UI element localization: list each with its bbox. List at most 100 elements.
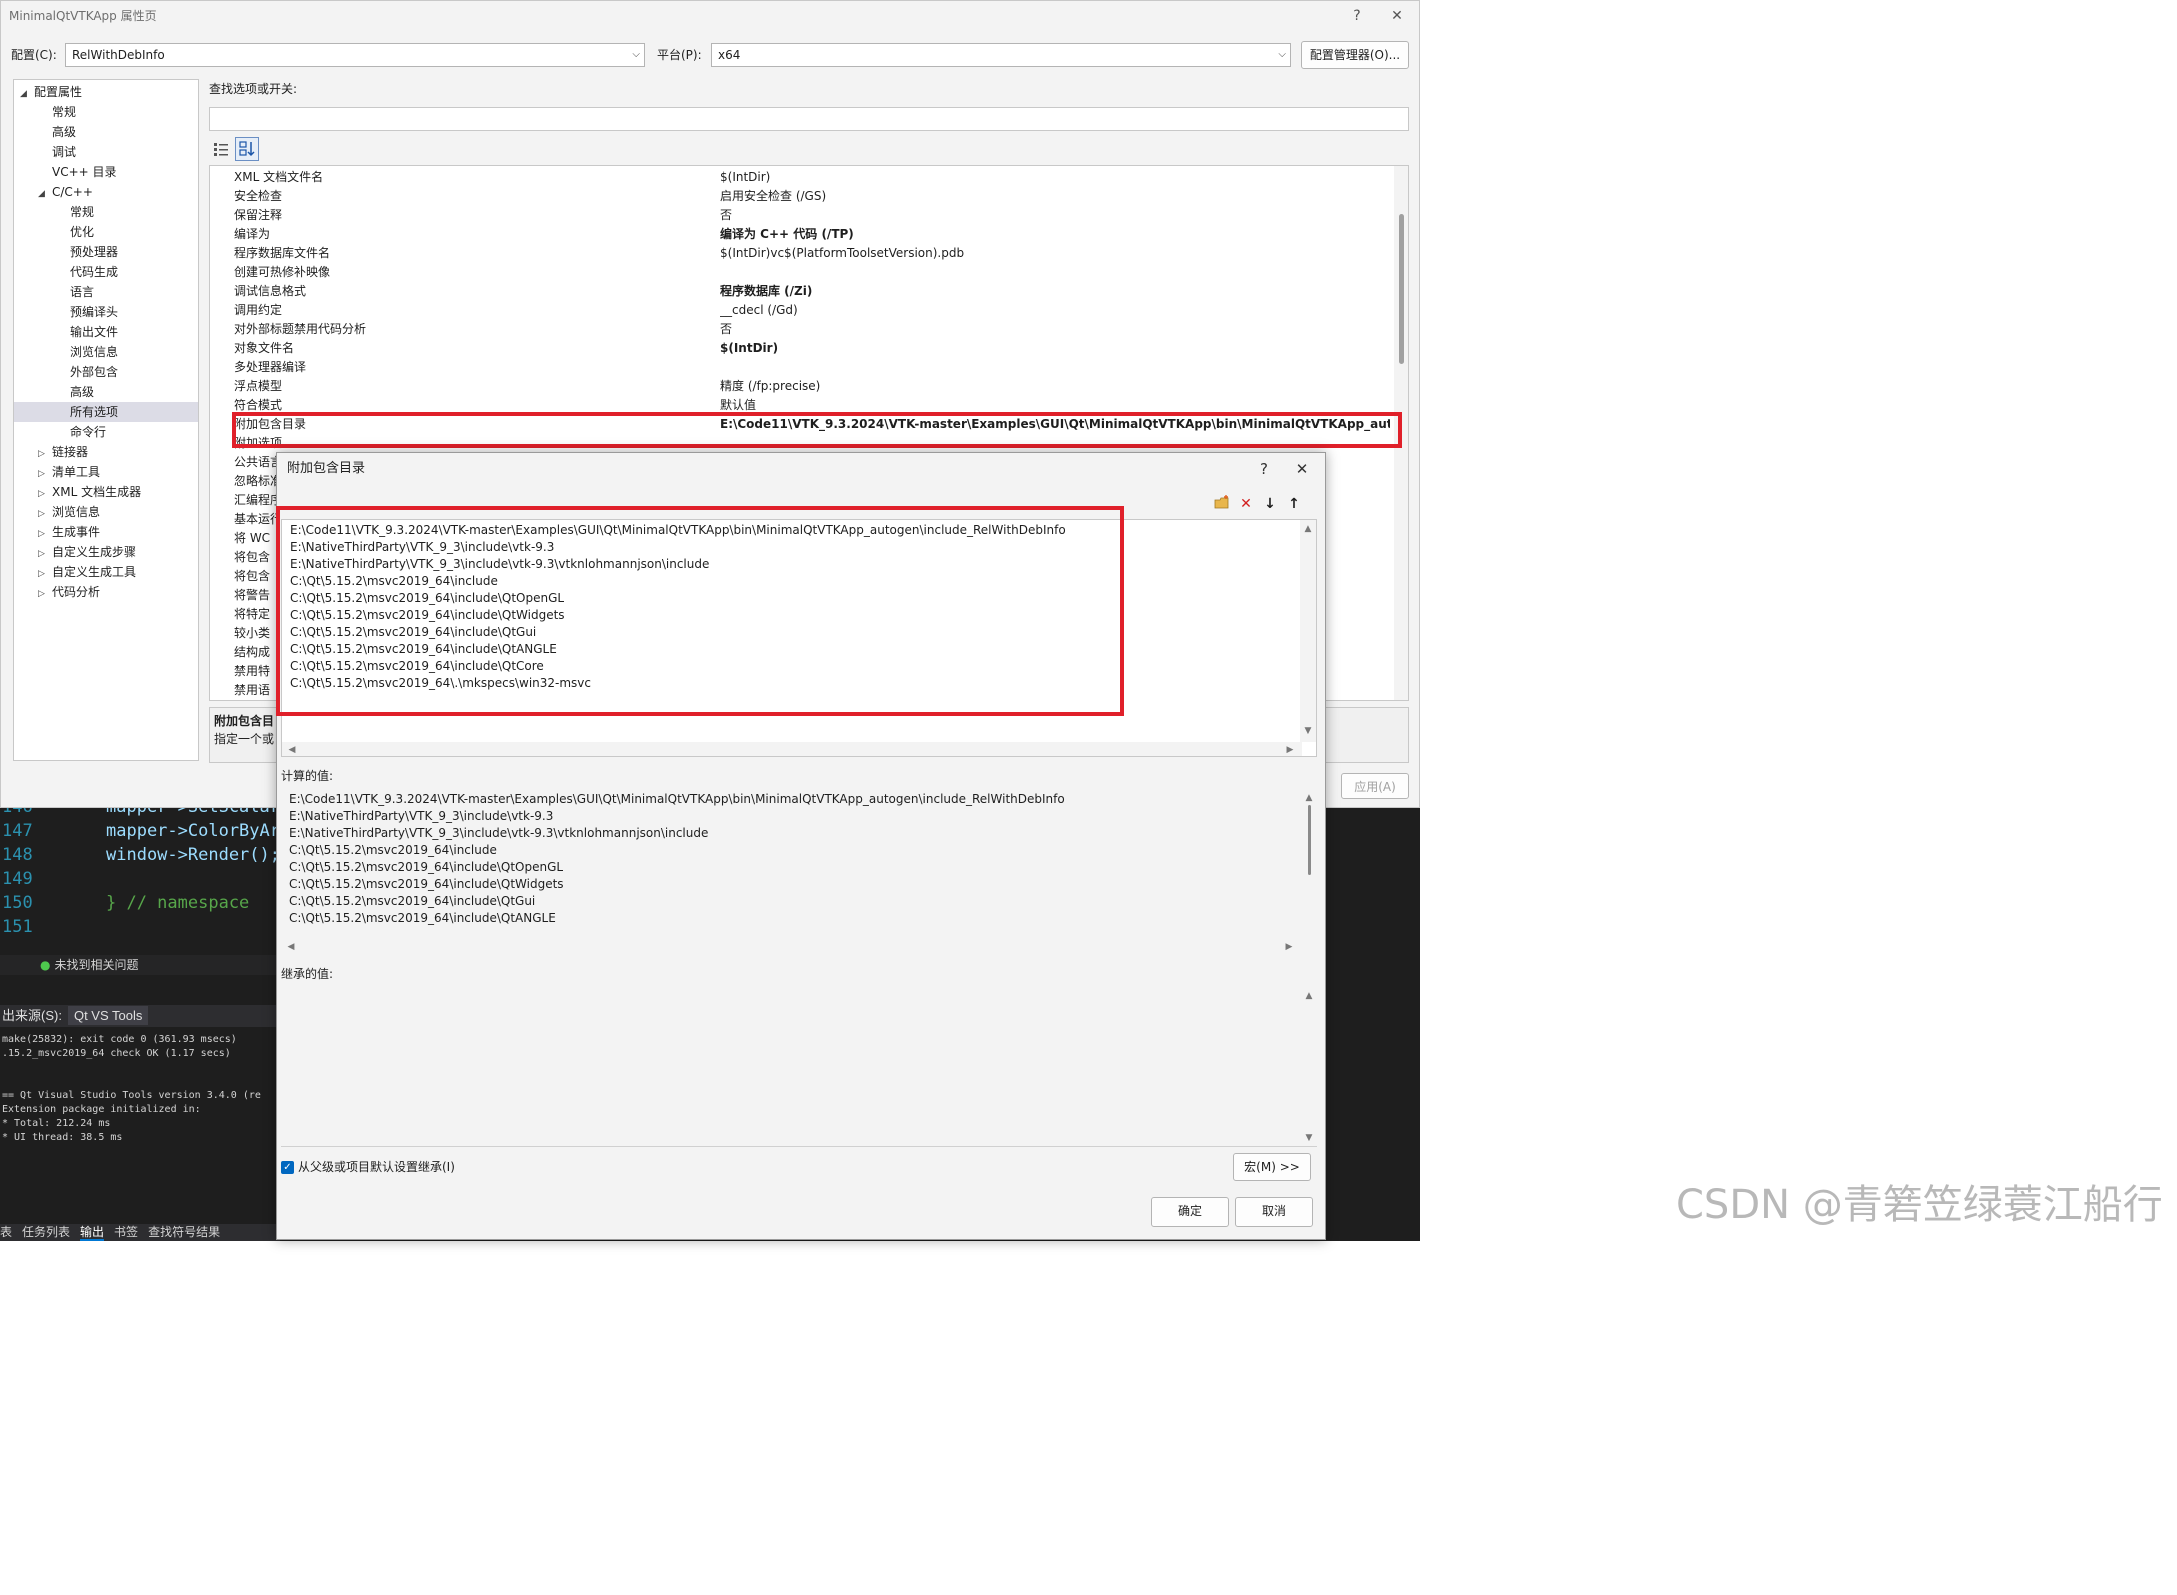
ok-button[interactable]: 确定 — [1151, 1197, 1229, 1227]
property-value[interactable]: 否 — [720, 320, 1390, 339]
collapsed-arrow-icon[interactable]: ▷ — [38, 504, 52, 524]
config-select[interactable]: RelWithDebInfo ⌵ — [65, 43, 645, 67]
dialog-help-button[interactable]: ? — [1247, 453, 1281, 485]
calc-scroll-thumb[interactable] — [1308, 805, 1311, 875]
tree-item[interactable]: 常规 — [14, 202, 198, 222]
tree-item[interactable]: ◢ 配置属性 — [14, 82, 198, 102]
calc-vertical-scrollbar[interactable]: ▲ — [1301, 789, 1317, 939]
scroll-down-icon[interactable]: ▼ — [1301, 1131, 1317, 1145]
tree-item[interactable]: ◢ C/C++ — [14, 182, 198, 202]
tree-item[interactable]: ▷ 链接器 — [14, 442, 198, 462]
tree-item[interactable]: 常规 — [14, 102, 198, 122]
calc-horizontal-scrollbar[interactable]: ◀ ▶ — [281, 939, 1301, 955]
scroll-left-icon[interactable]: ◀ — [283, 940, 299, 954]
property-value[interactable]: 启用安全检查 (/GS) — [720, 187, 1390, 206]
list-vertical-scrollbar[interactable]: ▲ ▼ — [1300, 520, 1316, 742]
dialog-close-button[interactable]: ✕ — [1285, 453, 1319, 485]
bottom-tab[interactable]: 输出 — [80, 1225, 105, 1241]
new-line-icon[interactable] — [1211, 493, 1233, 515]
property-row[interactable]: 编译为 编译为 C++ 代码 (/TP) — [210, 225, 1394, 244]
property-value[interactable]: 编译为 C++ 代码 (/TP) — [720, 225, 1390, 244]
property-row[interactable]: 多处理器编译 — [210, 358, 1394, 377]
scroll-right-icon[interactable]: ▶ — [1282, 743, 1298, 756]
tree-item[interactable]: 所有选项 — [14, 402, 198, 422]
scroll-up-icon[interactable]: ▲ — [1300, 522, 1316, 536]
tree-item[interactable]: VC++ 目录 — [14, 162, 198, 182]
bottom-tab[interactable]: 查找符号结果 — [148, 1225, 220, 1239]
help-button[interactable]: ? — [1337, 1, 1377, 31]
alphabetical-sort-icon[interactable] — [235, 137, 259, 161]
tree-item[interactable]: 代码生成 — [14, 262, 198, 282]
move-up-icon[interactable]: ↑ — [1283, 493, 1305, 515]
close-button[interactable]: ✕ — [1377, 1, 1417, 31]
property-value[interactable]: $(IntDir) — [720, 339, 1390, 358]
property-row[interactable]: 安全检查 启用安全检查 (/GS) — [210, 187, 1394, 206]
tree-item[interactable]: 命令行 — [14, 422, 198, 442]
code-editor[interactable]: 146mapper->SetScalarM147mapper->ColorByA… — [0, 795, 290, 955]
property-row[interactable]: 对外部标题禁用代码分析 否 — [210, 320, 1394, 339]
output-pane[interactable]: 出来源(S): Qt VS Tools make(25832): exit cod… — [0, 1005, 280, 1225]
tree-item[interactable]: 优化 — [14, 222, 198, 242]
property-value[interactable]: $(IntDir)vc$(PlatformToolsetVersion).pdb — [720, 244, 1390, 263]
tree-item[interactable]: ▷ 自定义生成步骤 — [14, 542, 198, 562]
inherit-checkbox[interactable]: ✓ — [281, 1161, 294, 1174]
categorized-view-icon[interactable] — [209, 137, 233, 161]
bottom-tab[interactable]: 书签 — [114, 1225, 138, 1239]
tree-item[interactable]: 语言 — [14, 282, 198, 302]
tree-item[interactable]: 高级 — [14, 382, 198, 402]
list-horizontal-scrollbar[interactable]: ◀ ▶ — [282, 742, 1302, 756]
property-row[interactable]: 程序数据库文件名 $(IntDir)vc$(PlatformToolsetVers… — [210, 244, 1394, 263]
property-row[interactable]: 调试信息格式 程序数据库 (/Zi) — [210, 282, 1394, 301]
collapsed-arrow-icon[interactable]: ▷ — [38, 484, 52, 504]
property-value[interactable]: 精度 (/fp:precise) — [720, 377, 1390, 396]
tree-item[interactable]: 浏览信息 — [14, 342, 198, 362]
delete-line-icon[interactable]: ✕ — [1235, 493, 1257, 515]
property-row[interactable]: XML 文档文件名 $(IntDir) — [210, 168, 1394, 187]
scroll-up-icon[interactable]: ▲ — [1301, 791, 1317, 805]
tree-item[interactable]: ▷ 浏览信息 — [14, 502, 198, 522]
collapsed-arrow-icon[interactable]: ▷ — [38, 584, 52, 604]
property-row[interactable]: 对象文件名 $(IntDir) — [210, 339, 1394, 358]
tree-item[interactable]: ▷ 生成事件 — [14, 522, 198, 542]
category-tree[interactable]: ◢ 配置属性 常规 高级 调试 VC++ 目录 ◢ C/C++ 常规 优化 预处理器 代码生成 语言 预编… — [13, 79, 199, 761]
property-row[interactable]: 保留注释 否 — [210, 206, 1394, 225]
property-row[interactable]: 创建可热修补映像 — [210, 263, 1394, 282]
macro-button[interactable]: 宏(M) >> — [1233, 1153, 1311, 1181]
collapsed-arrow-icon[interactable]: ▷ — [38, 524, 52, 544]
expanded-arrow-icon[interactable]: ◢ — [38, 184, 52, 204]
property-row[interactable]: 调用约定 __cdecl (/Gd) — [210, 301, 1394, 320]
apply-button[interactable]: 应用(A) — [1341, 773, 1409, 799]
inherit-vertical-scrollbar[interactable]: ▲ ▼ — [1301, 987, 1317, 1147]
bottom-tab[interactable]: 表 — [0, 1225, 12, 1239]
scroll-right-icon[interactable]: ▶ — [1281, 940, 1297, 954]
property-value[interactable]: 否 — [720, 206, 1390, 225]
config-manager-button[interactable]: 配置管理器(O)... — [1301, 41, 1409, 69]
collapsed-arrow-icon[interactable]: ▷ — [38, 444, 52, 464]
property-value[interactable]: $(IntDir) — [720, 168, 1390, 187]
collapsed-arrow-icon[interactable]: ▷ — [38, 564, 52, 584]
expanded-arrow-icon[interactable]: ◢ — [20, 84, 34, 104]
scroll-left-icon[interactable]: ◀ — [284, 743, 300, 756]
inherit-checkbox-row[interactable]: ✓ 从父级或项目默认设置继承(I) — [281, 1157, 455, 1177]
tree-item[interactable]: ▷ 代码分析 — [14, 582, 198, 602]
tree-item[interactable]: ▷ XML 文档生成器 — [14, 482, 198, 502]
scroll-up-icon[interactable]: ▲ — [1301, 989, 1317, 1003]
search-input[interactable] — [209, 107, 1409, 131]
tree-item[interactable]: 输出文件 — [14, 322, 198, 342]
tree-item[interactable]: 外部包含 — [14, 362, 198, 382]
tree-item[interactable]: 调试 — [14, 142, 198, 162]
scroll-down-icon[interactable]: ▼ — [1300, 724, 1316, 738]
move-down-icon[interactable]: ↓ — [1259, 493, 1281, 515]
cancel-button[interactable]: 取消 — [1235, 1197, 1313, 1227]
platform-select[interactable]: x64 ⌵ — [711, 43, 1291, 67]
property-value[interactable]: __cdecl (/Gd) — [720, 301, 1390, 320]
tree-item[interactable]: 高级 — [14, 122, 198, 142]
grid-scroll-thumb[interactable] — [1399, 214, 1404, 364]
collapsed-arrow-icon[interactable]: ▷ — [38, 464, 52, 484]
tree-item[interactable]: 预编译头 — [14, 302, 198, 322]
property-value[interactable]: 程序数据库 (/Zi) — [720, 282, 1390, 301]
tree-item[interactable]: ▷ 自定义生成工具 — [14, 562, 198, 582]
property-row[interactable]: 浮点模型 精度 (/fp:precise) — [210, 377, 1394, 396]
bottom-tab[interactable]: 任务列表 — [22, 1225, 70, 1239]
tree-item[interactable]: 预处理器 — [14, 242, 198, 262]
